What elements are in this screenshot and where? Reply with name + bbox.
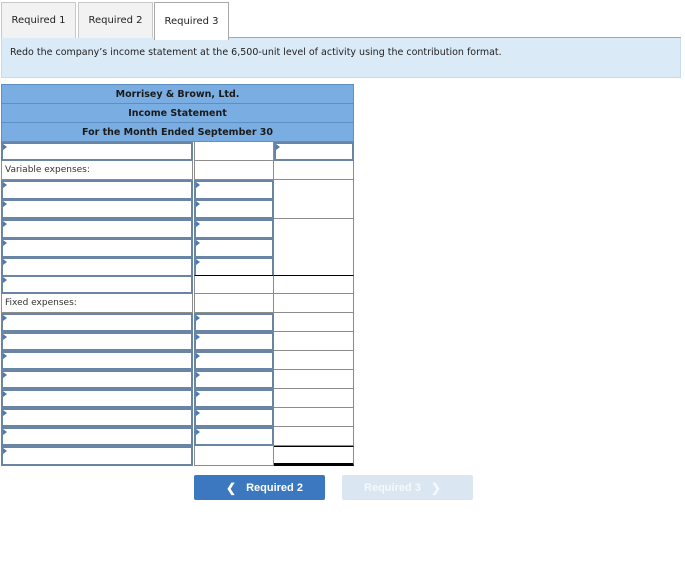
variable-expense-amount-input[interactable] <box>194 180 274 200</box>
variable-expenses-label: Variable expenses: <box>1 161 193 180</box>
chevron-right-icon: ❯ <box>430 480 441 495</box>
empty-cell <box>274 161 354 180</box>
net-operating-income-amount <box>274 446 354 466</box>
variable-expense-amount-input[interactable] <box>194 237 274 258</box>
empty-cell <box>194 161 274 180</box>
fixed-expense-amount-input[interactable] <box>194 313 274 332</box>
fixed-expense-amount-input[interactable] <box>194 370 274 389</box>
empty-cell <box>194 275 274 294</box>
empty-cell <box>194 142 274 161</box>
next-required-button[interactable]: Required 3 ❯ <box>342 475 473 500</box>
fixed-expenses-label: Fixed expenses: <box>1 294 193 313</box>
tab-required-1[interactable]: Required 1 <box>1 2 76 38</box>
fixed-expense-amount-input[interactable] <box>194 332 274 351</box>
empty-cell <box>274 275 354 294</box>
previous-required-button[interactable]: ❮ Required 2 <box>194 475 325 500</box>
empty-cell <box>274 294 354 313</box>
empty-cell <box>274 218 354 239</box>
empty-cell <box>274 180 354 200</box>
empty-cell <box>274 351 354 370</box>
sales-label-input[interactable] <box>1 142 193 161</box>
variable-expense-label-input[interactable] <box>1 218 193 239</box>
next-button-label: Required 3 <box>364 481 421 494</box>
chevron-left-icon: ❮ <box>226 480 237 495</box>
fixed-expense-label-input[interactable] <box>1 313 193 332</box>
empty-cell <box>274 199 354 220</box>
company-name-header: Morrisey & Brown, Ltd. <box>1 84 354 104</box>
empty-cell <box>274 237 354 258</box>
fixed-expense-amount-input[interactable] <box>194 408 274 427</box>
empty-cell <box>194 294 274 313</box>
variable-expense-label-input[interactable] <box>1 180 193 200</box>
fixed-expense-label-input[interactable] <box>1 389 193 408</box>
variable-expense-label-input[interactable] <box>1 237 193 258</box>
fixed-expense-label-input[interactable] <box>1 427 193 446</box>
empty-cell <box>194 446 274 466</box>
empty-cell <box>274 332 354 351</box>
empty-cell <box>274 408 354 427</box>
tab-required-2[interactable]: Required 2 <box>78 2 153 38</box>
empty-cell <box>274 427 354 446</box>
variable-expense-amount-input[interactable] <box>194 218 274 239</box>
contribution-margin-label-input[interactable] <box>1 275 193 294</box>
net-operating-income-label-input[interactable] <box>1 446 193 466</box>
fixed-expense-label-input[interactable] <box>1 332 193 351</box>
period-header: For the Month Ended September 30 <box>1 122 354 142</box>
tab-required-3[interactable]: Required 3 <box>154 2 229 40</box>
fixed-expense-label-input[interactable] <box>1 351 193 370</box>
fixed-expense-amount-input[interactable] <box>194 351 274 370</box>
fixed-expense-label-input[interactable] <box>1 370 193 389</box>
statement-title-header: Income Statement <box>1 103 354 123</box>
fixed-expense-label-input[interactable] <box>1 408 193 427</box>
previous-button-label: Required 2 <box>246 481 303 494</box>
fixed-expense-amount-input[interactable] <box>194 427 274 446</box>
empty-cell <box>274 313 354 332</box>
empty-cell <box>274 370 354 389</box>
sales-amount-input[interactable] <box>274 142 354 161</box>
variable-expense-label-input[interactable] <box>1 199 193 220</box>
instruction-text: Redo the company’s income statement at t… <box>1 38 681 78</box>
fixed-expense-amount-input[interactable] <box>194 389 274 408</box>
empty-cell <box>274 389 354 408</box>
variable-expense-amount-input[interactable] <box>194 199 274 220</box>
tab-bar: Required 1 Required 2 Required 3 <box>0 0 685 40</box>
